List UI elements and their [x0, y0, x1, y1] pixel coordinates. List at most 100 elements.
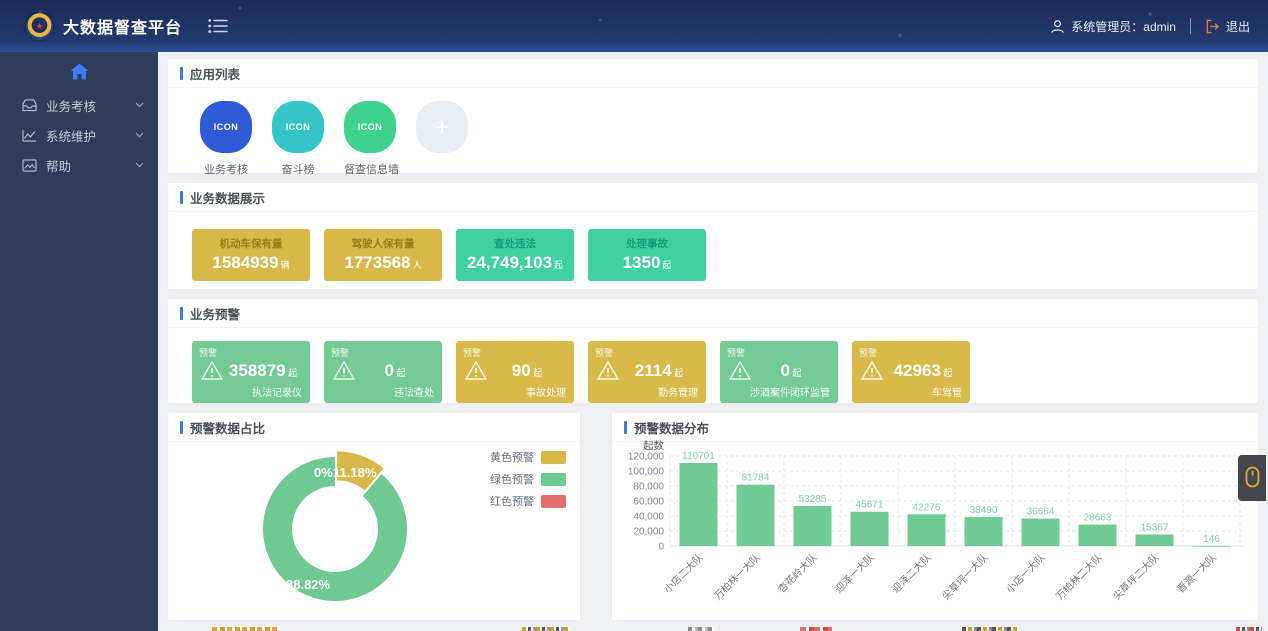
app-shortcut-business-review[interactable]: ICON 业务考核 [200, 101, 252, 177]
warning-card: 预警2114 起勤务管理 [588, 341, 706, 403]
bar-chart-svg: 020,00040,00060,00080,000100,000120,000起… [612, 440, 1258, 620]
app-icon[interactable]: ICON [272, 101, 324, 153]
svg-text:起数: 起数 [643, 440, 664, 452]
warning-unit: 起 [941, 368, 953, 378]
warning-cards-row: 预警358879 起执法记录仪预警0 起违法查处预警90 起事故处理预警2114… [168, 328, 1258, 415]
stat-unit: 起 [554, 260, 563, 270]
warning-card: 预警42963 起车驾管 [852, 341, 970, 403]
warning-category-label: 涉酒案件闭环监管 [750, 384, 830, 399]
cutoff-content-strip [1236, 627, 1262, 631]
warning-tag: 预警 [727, 346, 745, 359]
donut-label-red: 0% [314, 465, 333, 480]
cutoff-content-strip [962, 627, 1018, 631]
warning-category-label: 勤务管理 [658, 384, 698, 399]
warning-triangle-icon [332, 360, 356, 381]
stat-title: 机动车保有量 [192, 236, 310, 251]
sidebar: 业务考核 系统维护 帮助 [0, 52, 158, 631]
mouse-icon [1245, 466, 1260, 490]
sidebar-item-label: 系统维护 [46, 126, 96, 145]
add-app-button[interactable]: + [416, 101, 468, 153]
app-title: 大数据督查平台 [63, 14, 182, 38]
svg-text:42276: 42276 [913, 502, 941, 513]
sidebar-item-business-review[interactable]: 业务考核 [0, 90, 158, 120]
menu-collapse-button[interactable] [208, 18, 228, 34]
cutoff-content-strip [688, 627, 714, 631]
section-title-warning-ratio: 预警数据占比 [190, 418, 265, 437]
stat-value: 1773568 [344, 253, 410, 272]
svg-text:迎泽一大队: 迎泽一大队 [832, 551, 877, 596]
warning-triangle-icon [596, 360, 620, 381]
svg-text:晋源一大队: 晋源一大队 [1174, 551, 1219, 596]
svg-text:15367: 15367 [1141, 522, 1169, 533]
section-title-business-data: 业务数据展示 [190, 188, 265, 207]
svg-text:146: 146 [1203, 534, 1220, 545]
inbox-icon [22, 99, 37, 112]
svg-text:36664: 36664 [1027, 507, 1055, 518]
svg-text:100,000: 100,000 [628, 467, 665, 478]
svg-text:尖草坪二大队: 尖草坪二大队 [1110, 551, 1162, 603]
svg-text:40,000: 40,000 [633, 512, 664, 523]
bar-chart[interactable]: 020,00040,00060,00080,000100,000120,000起… [612, 440, 1258, 620]
svg-text:81784: 81784 [742, 473, 770, 484]
warning-unit: 起 [790, 368, 802, 378]
stat-unit: 辆 [281, 260, 290, 270]
current-user[interactable]: 系统管理员：admin [1050, 18, 1176, 35]
svg-text:53285: 53285 [799, 494, 827, 505]
app-shortcut-effort-ranking[interactable]: ICON 奋斗榜 [272, 101, 324, 177]
section-accent-bar [624, 421, 627, 434]
app-add[interactable]: + [416, 101, 468, 177]
warning-card: 预警0 起违法查处 [324, 341, 442, 403]
stat-title: 驾驶人保有量 [324, 236, 442, 251]
badge-star-icon: ★ [35, 22, 43, 31]
chevron-down-icon [135, 132, 144, 138]
sidebar-item-label: 帮助 [46, 156, 71, 175]
svg-text:0: 0 [658, 542, 664, 553]
warning-unit: 起 [286, 368, 298, 378]
svg-text:60,000: 60,000 [633, 497, 664, 508]
svg-text:万柏林二大队: 万柏林二大队 [1053, 551, 1105, 603]
app-list-panel: 应用列表 ICON 业务考核 ICON 奋斗榜 ICON 督查信息墙 + [168, 59, 1258, 173]
business-data-panel: 业务数据展示 机动车保有量 1584939辆 驾驶人保有量 1773568人 查… [168, 183, 1258, 289]
stat-card-violations: 查处违法 24,749,103起 [456, 229, 574, 281]
list-menu-icon [208, 18, 228, 34]
warning-card: 预警90 起事故处理 [456, 341, 574, 403]
business-warning-panel: 业务预警 预警358879 起执法记录仪预警0 起违法查处预警90 起事故处理预… [168, 299, 1258, 403]
police-badge-logo: ★ [26, 13, 53, 40]
logout-button[interactable]: 退出 [1205, 18, 1250, 35]
warning-unit: 起 [531, 368, 543, 378]
svg-text:万柏林一大队: 万柏林一大队 [711, 551, 763, 603]
warning-tag: 预警 [199, 346, 217, 359]
donut-chart[interactable]: 0% 11.18% 88.82% [168, 440, 580, 620]
warning-triangle-icon [860, 360, 884, 381]
sidebar-item-system-maintenance[interactable]: 系统维护 [0, 120, 158, 150]
stat-value: 1350 [623, 253, 661, 272]
warning-value: 358879 起 [224, 361, 302, 381]
bar-chart-panel: 预警数据分布 020,00040,00060,00080,000100,0001… [612, 413, 1258, 620]
app-icon[interactable]: ICON [344, 101, 396, 153]
warning-triangle-icon [200, 360, 224, 381]
cutoff-content-strip [212, 627, 280, 631]
scroll-mouse-button[interactable] [1238, 455, 1266, 501]
warning-value: 0 起 [356, 361, 434, 381]
section-title-app-list: 应用列表 [190, 64, 240, 83]
section-accent-bar [180, 67, 183, 80]
warning-category-label: 事故处理 [526, 384, 566, 399]
warning-unit: 起 [672, 368, 684, 378]
warning-value: 0 起 [752, 361, 830, 381]
donut-label-green: 88.82% [286, 577, 330, 592]
app-shortcut-inspection-wall[interactable]: ICON 督查信息墙 [344, 101, 396, 177]
app-icon[interactable]: ICON [200, 101, 252, 153]
line-chart-icon [22, 129, 37, 142]
svg-text:迎泽二大队: 迎泽二大队 [889, 551, 934, 596]
warning-card: 预警 0 起涉酒案件闭环监管 [720, 341, 838, 403]
sidebar-item-help[interactable]: 帮助 [0, 150, 158, 180]
svg-text:110701: 110701 [682, 451, 715, 462]
sidebar-home-button[interactable] [0, 52, 158, 90]
warning-tag: 预警 [463, 346, 481, 359]
user-label: 系统管理员：admin [1071, 18, 1176, 35]
sidebar-item-label: 业务考核 [46, 96, 96, 115]
app-label: 督查信息墙 [344, 161, 396, 177]
section-title-warning-distribution: 预警数据分布 [634, 418, 709, 437]
svg-text:杏花岭大队: 杏花岭大队 [775, 551, 820, 596]
logout-icon [1205, 19, 1220, 34]
